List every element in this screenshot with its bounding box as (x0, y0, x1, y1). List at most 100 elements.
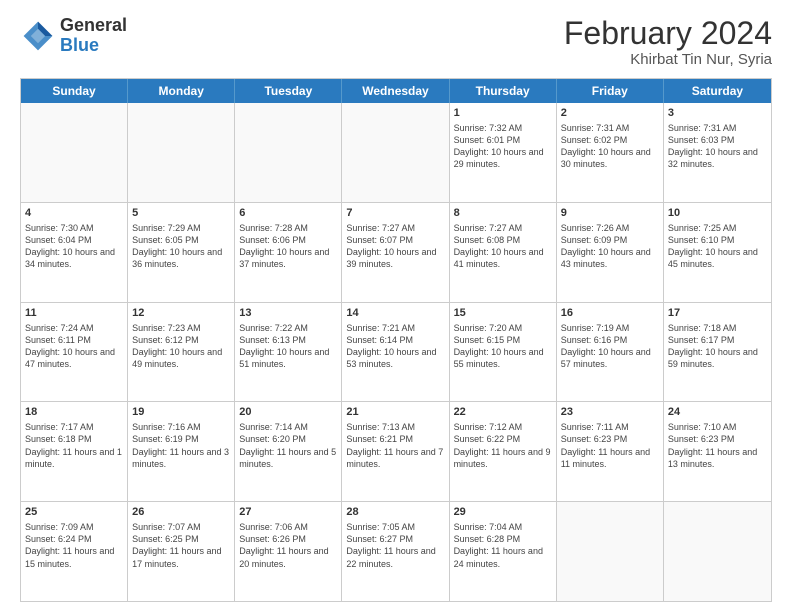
logo-general: General (60, 16, 127, 36)
day-number-25: 25 (25, 505, 123, 520)
day-info-4: Sunrise: 7:30 AM Sunset: 6:04 PM Dayligh… (25, 222, 123, 271)
day-wednesday: Wednesday (342, 79, 449, 103)
calendar-cell-w3-d4: 22Sunrise: 7:12 AM Sunset: 6:22 PM Dayli… (450, 402, 557, 501)
day-info-8: Sunrise: 7:27 AM Sunset: 6:08 PM Dayligh… (454, 222, 552, 271)
calendar-cell-w3-d5: 23Sunrise: 7:11 AM Sunset: 6:23 PM Dayli… (557, 402, 664, 501)
day-info-1: Sunrise: 7:32 AM Sunset: 6:01 PM Dayligh… (454, 122, 552, 171)
week-row-0: 1Sunrise: 7:32 AM Sunset: 6:01 PM Daylig… (21, 103, 771, 203)
day-number-27: 27 (239, 505, 337, 520)
day-number-28: 28 (346, 505, 444, 520)
calendar-cell-w2-d1: 12Sunrise: 7:23 AM Sunset: 6:12 PM Dayli… (128, 303, 235, 402)
calendar-cell-w0-d3 (342, 103, 449, 202)
calendar-cell-w2-d5: 16Sunrise: 7:19 AM Sunset: 6:16 PM Dayli… (557, 303, 664, 402)
calendar-cell-w4-d6 (664, 502, 771, 601)
day-number-8: 8 (454, 206, 552, 221)
day-info-23: Sunrise: 7:11 AM Sunset: 6:23 PM Dayligh… (561, 421, 659, 470)
day-info-12: Sunrise: 7:23 AM Sunset: 6:12 PM Dayligh… (132, 322, 230, 371)
calendar-cell-w1-d3: 7Sunrise: 7:27 AM Sunset: 6:07 PM Daylig… (342, 203, 449, 302)
header: General Blue February 2024 Khirbat Tin N… (20, 16, 772, 68)
day-number-3: 3 (668, 106, 767, 121)
day-info-28: Sunrise: 7:05 AM Sunset: 6:27 PM Dayligh… (346, 521, 444, 570)
day-number-19: 19 (132, 405, 230, 420)
calendar-title: February 2024 (564, 16, 772, 51)
day-info-24: Sunrise: 7:10 AM Sunset: 6:23 PM Dayligh… (668, 421, 767, 470)
calendar-cell-w2-d6: 17Sunrise: 7:18 AM Sunset: 6:17 PM Dayli… (664, 303, 771, 402)
day-number-1: 1 (454, 106, 552, 121)
day-info-17: Sunrise: 7:18 AM Sunset: 6:17 PM Dayligh… (668, 322, 767, 371)
day-info-22: Sunrise: 7:12 AM Sunset: 6:22 PM Dayligh… (454, 421, 552, 470)
calendar-cell-w1-d6: 10Sunrise: 7:25 AM Sunset: 6:10 PM Dayli… (664, 203, 771, 302)
logo-blue: Blue (60, 36, 127, 56)
day-number-5: 5 (132, 206, 230, 221)
calendar-cell-w2-d4: 15Sunrise: 7:20 AM Sunset: 6:15 PM Dayli… (450, 303, 557, 402)
day-thursday: Thursday (450, 79, 557, 103)
calendar-body: 1Sunrise: 7:32 AM Sunset: 6:01 PM Daylig… (21, 103, 771, 601)
calendar-cell-w3-d0: 18Sunrise: 7:17 AM Sunset: 6:18 PM Dayli… (21, 402, 128, 501)
day-info-6: Sunrise: 7:28 AM Sunset: 6:06 PM Dayligh… (239, 222, 337, 271)
day-number-12: 12 (132, 306, 230, 321)
day-info-14: Sunrise: 7:21 AM Sunset: 6:14 PM Dayligh… (346, 322, 444, 371)
calendar-cell-w0-d0 (21, 103, 128, 202)
day-number-22: 22 (454, 405, 552, 420)
day-info-18: Sunrise: 7:17 AM Sunset: 6:18 PM Dayligh… (25, 421, 123, 470)
week-row-1: 4Sunrise: 7:30 AM Sunset: 6:04 PM Daylig… (21, 203, 771, 303)
week-row-2: 11Sunrise: 7:24 AM Sunset: 6:11 PM Dayli… (21, 303, 771, 403)
day-info-2: Sunrise: 7:31 AM Sunset: 6:02 PM Dayligh… (561, 122, 659, 171)
day-number-18: 18 (25, 405, 123, 420)
day-monday: Monday (128, 79, 235, 103)
day-number-17: 17 (668, 306, 767, 321)
day-info-19: Sunrise: 7:16 AM Sunset: 6:19 PM Dayligh… (132, 421, 230, 470)
calendar-cell-w4-d0: 25Sunrise: 7:09 AM Sunset: 6:24 PM Dayli… (21, 502, 128, 601)
day-number-11: 11 (25, 306, 123, 321)
calendar-subtitle: Khirbat Tin Nur, Syria (564, 51, 772, 68)
week-row-3: 18Sunrise: 7:17 AM Sunset: 6:18 PM Dayli… (21, 402, 771, 502)
calendar-cell-w1-d4: 8Sunrise: 7:27 AM Sunset: 6:08 PM Daylig… (450, 203, 557, 302)
day-number-10: 10 (668, 206, 767, 221)
day-info-5: Sunrise: 7:29 AM Sunset: 6:05 PM Dayligh… (132, 222, 230, 271)
day-info-10: Sunrise: 7:25 AM Sunset: 6:10 PM Dayligh… (668, 222, 767, 271)
day-number-2: 2 (561, 106, 659, 121)
calendar-cell-w4-d1: 26Sunrise: 7:07 AM Sunset: 6:25 PM Dayli… (128, 502, 235, 601)
day-sunday: Sunday (21, 79, 128, 103)
day-number-23: 23 (561, 405, 659, 420)
day-number-9: 9 (561, 206, 659, 221)
day-info-13: Sunrise: 7:22 AM Sunset: 6:13 PM Dayligh… (239, 322, 337, 371)
title-block: February 2024 Khirbat Tin Nur, Syria (564, 16, 772, 68)
calendar-cell-w4-d3: 28Sunrise: 7:05 AM Sunset: 6:27 PM Dayli… (342, 502, 449, 601)
day-number-26: 26 (132, 505, 230, 520)
calendar-cell-w1-d2: 6Sunrise: 7:28 AM Sunset: 6:06 PM Daylig… (235, 203, 342, 302)
day-info-27: Sunrise: 7:06 AM Sunset: 6:26 PM Dayligh… (239, 521, 337, 570)
page: General Blue February 2024 Khirbat Tin N… (0, 0, 792, 612)
day-tuesday: Tuesday (235, 79, 342, 103)
logo: General Blue (20, 16, 127, 56)
day-info-26: Sunrise: 7:07 AM Sunset: 6:25 PM Dayligh… (132, 521, 230, 570)
day-info-25: Sunrise: 7:09 AM Sunset: 6:24 PM Dayligh… (25, 521, 123, 570)
calendar-cell-w0-d4: 1Sunrise: 7:32 AM Sunset: 6:01 PM Daylig… (450, 103, 557, 202)
calendar-cell-w1-d5: 9Sunrise: 7:26 AM Sunset: 6:09 PM Daylig… (557, 203, 664, 302)
calendar-cell-w1-d0: 4Sunrise: 7:30 AM Sunset: 6:04 PM Daylig… (21, 203, 128, 302)
day-friday: Friday (557, 79, 664, 103)
calendar: Sunday Monday Tuesday Wednesday Thursday… (20, 78, 772, 602)
day-info-9: Sunrise: 7:26 AM Sunset: 6:09 PM Dayligh… (561, 222, 659, 271)
day-info-7: Sunrise: 7:27 AM Sunset: 6:07 PM Dayligh… (346, 222, 444, 271)
day-number-21: 21 (346, 405, 444, 420)
day-number-14: 14 (346, 306, 444, 321)
calendar-cell-w3-d3: 21Sunrise: 7:13 AM Sunset: 6:21 PM Dayli… (342, 402, 449, 501)
calendar-cell-w3-d6: 24Sunrise: 7:10 AM Sunset: 6:23 PM Dayli… (664, 402, 771, 501)
calendar-cell-w2-d0: 11Sunrise: 7:24 AM Sunset: 6:11 PM Dayli… (21, 303, 128, 402)
day-number-15: 15 (454, 306, 552, 321)
day-info-16: Sunrise: 7:19 AM Sunset: 6:16 PM Dayligh… (561, 322, 659, 371)
logo-icon (20, 18, 56, 54)
day-info-15: Sunrise: 7:20 AM Sunset: 6:15 PM Dayligh… (454, 322, 552, 371)
calendar-cell-w0-d6: 3Sunrise: 7:31 AM Sunset: 6:03 PM Daylig… (664, 103, 771, 202)
day-info-3: Sunrise: 7:31 AM Sunset: 6:03 PM Dayligh… (668, 122, 767, 171)
calendar-cell-w0-d1 (128, 103, 235, 202)
day-number-20: 20 (239, 405, 337, 420)
calendar-cell-w2-d2: 13Sunrise: 7:22 AM Sunset: 6:13 PM Dayli… (235, 303, 342, 402)
calendar-cell-w0-d5: 2Sunrise: 7:31 AM Sunset: 6:02 PM Daylig… (557, 103, 664, 202)
calendar-cell-w4-d2: 27Sunrise: 7:06 AM Sunset: 6:26 PM Dayli… (235, 502, 342, 601)
calendar-cell-w1-d1: 5Sunrise: 7:29 AM Sunset: 6:05 PM Daylig… (128, 203, 235, 302)
calendar-header: Sunday Monday Tuesday Wednesday Thursday… (21, 79, 771, 103)
week-row-4: 25Sunrise: 7:09 AM Sunset: 6:24 PM Dayli… (21, 502, 771, 601)
calendar-cell-w4-d5 (557, 502, 664, 601)
